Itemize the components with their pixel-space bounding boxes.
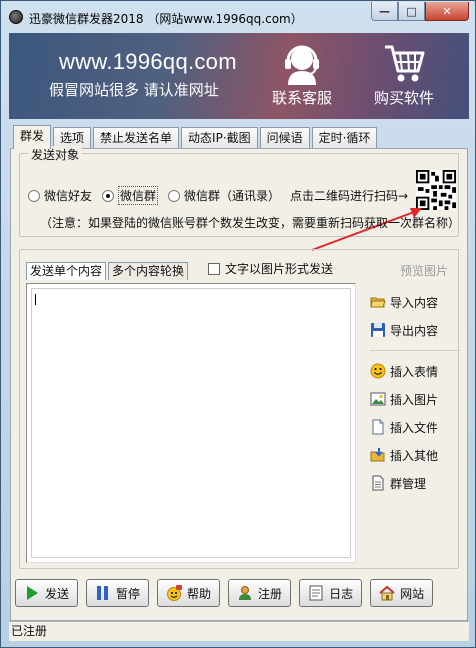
buy-software-label: 购买软件 xyxy=(373,89,434,107)
pause-button[interactable]: 暂停 xyxy=(86,579,150,607)
folder-open-icon xyxy=(370,297,386,308)
insert-image-button[interactable]: 插入图片 xyxy=(370,385,460,413)
app-logo-icon xyxy=(9,10,23,24)
contact-service-button[interactable]: 联系客服 xyxy=(261,41,343,113)
export-content-label: 导出内容 xyxy=(390,323,439,338)
smiley-icon xyxy=(370,363,386,379)
radio-label: 微信群（通讯录） xyxy=(184,189,281,203)
website-button[interactable]: 网站 xyxy=(370,579,434,607)
app-window: 迅豪微信群发器2018 （网站www.1996qq.com） — □ ✕ www… xyxy=(0,0,476,648)
preview-image-button[interactable]: 预览图片 xyxy=(400,262,448,279)
file-icon xyxy=(372,419,384,435)
group-management-button[interactable]: 群管理 xyxy=(370,469,460,497)
content-actions: 导入内容 导出内容 插入表情 插入图片 插入文件 插入其他 群管理 xyxy=(370,288,460,497)
send-button[interactable]: 发送 xyxy=(15,579,79,607)
group-management-label: 群管理 xyxy=(390,476,427,491)
tab-schedule-loop[interactable]: 定时·循环 xyxy=(311,127,378,149)
message-editor[interactable] xyxy=(26,283,356,563)
close-button[interactable]: ✕ xyxy=(425,2,469,21)
tab-blocklist[interactable]: 禁止发送名单 xyxy=(93,127,180,149)
headset-icon xyxy=(285,45,319,85)
rescan-notice: （注意：如果登陆的微信账号群个数发生改变，需要重新扫码获取一次群名称） xyxy=(40,216,461,230)
image-icon xyxy=(370,392,386,406)
floppy-save-icon xyxy=(371,323,385,337)
play-icon xyxy=(27,586,38,600)
contact-service-label: 联系客服 xyxy=(271,89,332,107)
user-icon xyxy=(239,586,252,600)
send-target-options: 微信好友 微信群 微信群（通讯录） 点击二维码进行扫码→ xyxy=(28,186,408,205)
register-button[interactable]: 注册 xyxy=(228,579,292,607)
content-group: 发送单个内容 多个内容轮换 文字以图片形式发送 预览图片 导入内容 导出内容 插… xyxy=(19,249,460,569)
content-subtabs: 发送单个内容 多个内容轮换 xyxy=(26,262,190,280)
log-label: 日志 xyxy=(329,586,354,601)
import-content-label: 导入内容 xyxy=(390,295,439,310)
home-icon xyxy=(379,585,395,601)
insert-file-button[interactable]: 插入文件 xyxy=(370,413,460,441)
pause-icon xyxy=(97,586,109,600)
tab-mass-send[interactable]: 群发 xyxy=(13,125,52,149)
import-content-button[interactable]: 导入内容 xyxy=(370,288,460,316)
shopping-cart-icon xyxy=(385,45,425,82)
log-icon xyxy=(309,585,323,601)
insert-other-icon xyxy=(370,448,385,462)
help-button[interactable]: 帮助 xyxy=(157,579,221,607)
export-content-button[interactable]: 导出内容 xyxy=(370,316,460,344)
banner-slogan: 假冒网站很多 请认准网址 xyxy=(49,81,219,99)
radio-circle xyxy=(28,189,40,202)
header-banner: www.1996qq.com 假冒网站很多 请认准网址 联系客服 购买软件 xyxy=(9,33,469,119)
radio-wechat-groups-contacts[interactable]: 微信群（通讯录） xyxy=(168,187,280,204)
insert-image-label: 插入图片 xyxy=(390,392,439,407)
document-icon xyxy=(372,475,384,491)
buy-software-button[interactable]: 购买软件 xyxy=(363,41,445,113)
window-controls: — □ ✕ xyxy=(371,2,469,21)
pause-label: 暂停 xyxy=(116,586,141,601)
radio-circle-selected xyxy=(102,189,115,202)
radio-circle xyxy=(168,189,181,202)
text-caret xyxy=(35,294,36,305)
divider xyxy=(370,350,460,351)
radio-wechat-groups[interactable]: 微信群 xyxy=(102,186,159,205)
log-button[interactable]: 日志 xyxy=(299,579,363,607)
mass-send-panel: 发送对象 微信好友 微信群 微信群（通讯录） 点击二维码进行扫码→ （注意：如果… xyxy=(10,146,468,621)
website-label: 网站 xyxy=(400,586,425,601)
radio-wechat-friends[interactable]: 微信好友 xyxy=(28,187,92,204)
status-bar: 已注册 xyxy=(9,621,469,641)
radio-label: 微信好友 xyxy=(44,189,93,203)
insert-emoji-button[interactable]: 插入表情 xyxy=(370,357,460,385)
qr-hint: 点击二维码进行扫码→ xyxy=(290,189,409,203)
image-mode-checkbox[interactable]: 文字以图片形式发送 xyxy=(208,260,333,277)
send-label: 发送 xyxy=(45,586,70,601)
help-smiley-icon xyxy=(167,585,183,601)
title-bar[interactable]: 迅豪微信群发器2018 （网站www.1996qq.com） — □ ✕ xyxy=(1,1,475,33)
register-label: 注册 xyxy=(258,586,283,601)
send-target-group: 发送对象 微信好友 微信群 微信群（通讯录） 点击二维码进行扫码→ （注意：如果… xyxy=(19,146,461,251)
tab-dynamic-ip-screenshot[interactable]: 动态IP·截图 xyxy=(181,127,258,149)
message-editor-inner[interactable] xyxy=(31,288,351,558)
insert-file-label: 插入文件 xyxy=(390,420,439,435)
tab-greetings[interactable]: 问候语 xyxy=(259,127,310,149)
checkbox-box xyxy=(208,262,220,275)
banner-url: www.1996qq.com xyxy=(59,49,237,74)
subtab-rotating-content[interactable]: 多个内容轮换 xyxy=(108,262,189,280)
subtab-single-content[interactable]: 发送单个内容 xyxy=(26,262,107,280)
insert-other-label: 插入其他 xyxy=(390,448,439,463)
insert-emoji-label: 插入表情 xyxy=(390,364,439,379)
minimize-button[interactable]: — xyxy=(371,2,398,21)
image-mode-label: 文字以图片形式发送 xyxy=(225,262,334,276)
bottom-toolbar: 发送 暂停 帮助 注册 日志 网站 xyxy=(15,579,441,607)
help-label: 帮助 xyxy=(187,586,212,601)
radio-label: 微信群 xyxy=(118,186,159,205)
maximize-button[interactable]: □ xyxy=(398,2,425,21)
window-title: 迅豪微信群发器2018 （网站www.1996qq.com） xyxy=(29,12,303,26)
insert-other-button[interactable]: 插入其他 xyxy=(370,441,460,469)
